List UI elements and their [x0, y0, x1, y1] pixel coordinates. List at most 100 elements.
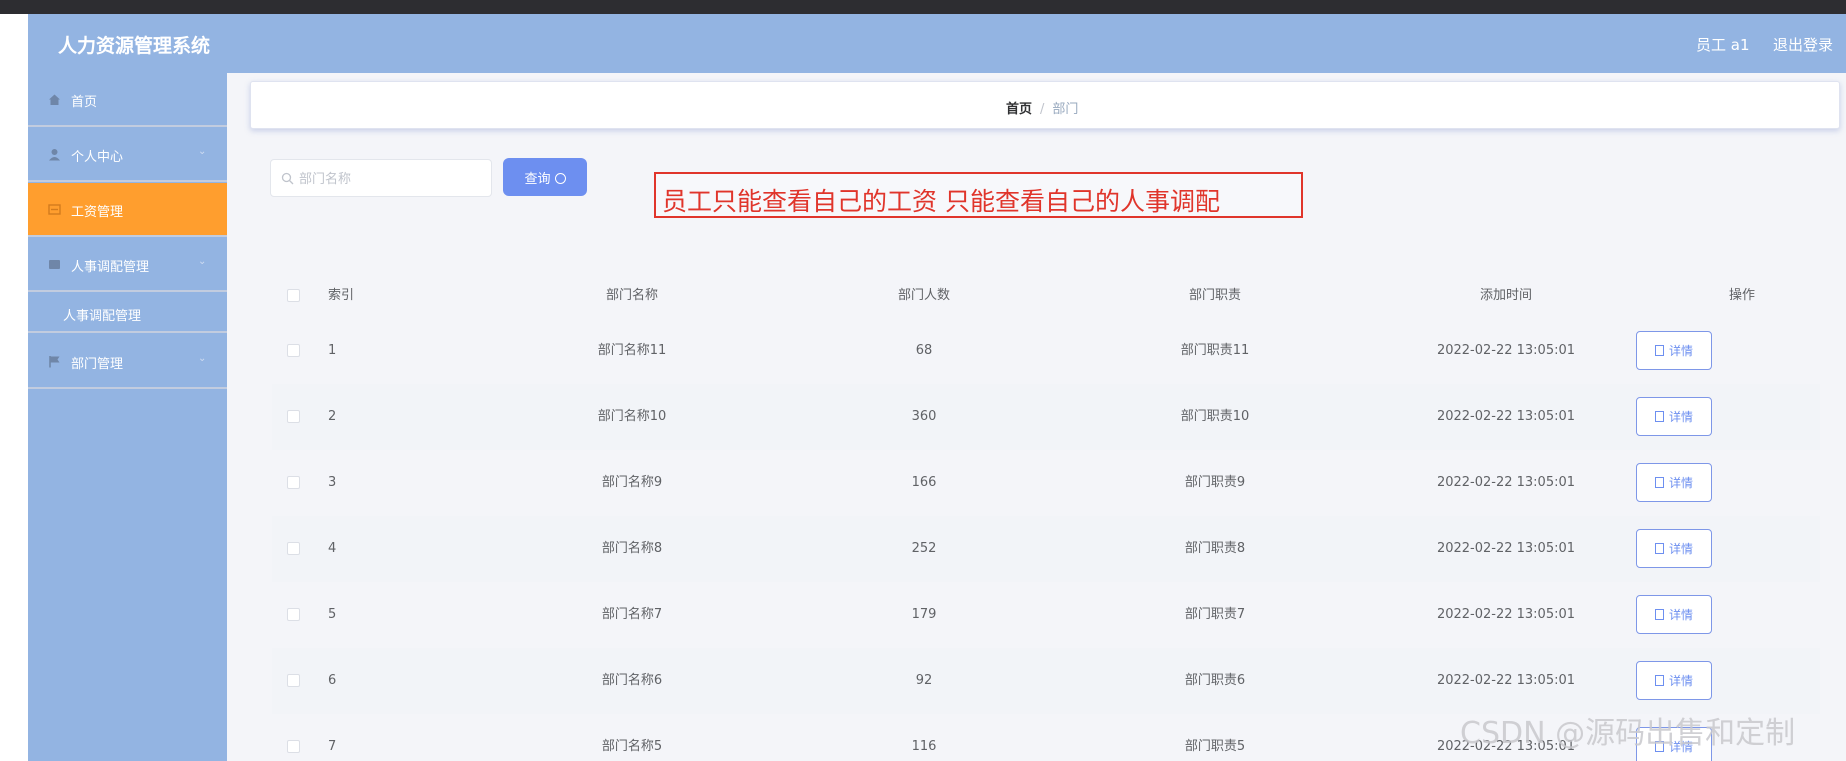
sidebar-item-personnel[interactable]: 人事调配管理 ⌄	[28, 238, 227, 292]
sidebar-item-department[interactable]: 部门管理 ⌄	[28, 335, 227, 389]
cell-duty: 部门职责7	[1184, 607, 1246, 622]
sidebar-item-label: 人事调配管理	[71, 260, 150, 275]
row-checkbox[interactable]	[287, 542, 300, 555]
cell-name: 部门名称9	[601, 475, 663, 490]
document-icon	[1654, 411, 1664, 422]
cell-time: 2022-02-22 13:05:01	[1436, 409, 1576, 424]
search-button[interactable]: 查询	[503, 158, 587, 196]
header-index: 索引	[328, 288, 355, 303]
row-checkbox[interactable]	[287, 410, 300, 423]
cell-index: 2	[328, 409, 337, 424]
cell-name: 部门名称6	[601, 673, 663, 688]
header-op: 操作	[1728, 288, 1755, 303]
cell-index: 3	[328, 475, 337, 490]
salary-icon	[48, 204, 61, 215]
cell-count: 166	[911, 475, 937, 490]
document-icon	[1654, 609, 1664, 620]
cell-time: 2022-02-22 13:05:01	[1436, 343, 1576, 358]
cell-time: 2022-02-22 13:05:01	[1436, 541, 1576, 556]
detail-button[interactable]: 详情	[1636, 397, 1712, 436]
home-icon	[49, 94, 60, 105]
detail-label: 详情	[1668, 608, 1693, 622]
cell-name: 部门名称11	[597, 343, 667, 358]
breadcrumb: 首页 / 部门	[1006, 98, 1078, 117]
cell-count: 116	[911, 739, 937, 754]
folder-icon	[49, 260, 60, 269]
cell-duty: 部门职责9	[1184, 475, 1246, 490]
header-name: 部门名称	[605, 288, 658, 303]
cell-time: 2022-02-22 13:05:01	[1436, 673, 1576, 688]
search-button-label: 查询	[524, 171, 551, 187]
app-title: 人力资源管理系统	[58, 35, 211, 57]
cell-duty: 部门职责11	[1180, 343, 1250, 358]
document-icon	[1654, 543, 1664, 554]
search-field[interactable]	[270, 159, 492, 197]
cell-count: 92	[915, 673, 933, 688]
detail-button[interactable]: 详情	[1636, 661, 1712, 700]
window-left-edge	[0, 14, 28, 761]
detail-label: 详情	[1668, 674, 1693, 688]
top-header: 人力资源管理系统 员工 a1 退出登录	[28, 14, 1846, 73]
sidebar-subitem-personnel[interactable]: 人事调配管理	[28, 293, 227, 333]
table-row: 3 部门名称9 166 部门职责9 2022-02-22 13:05:01 详情	[272, 450, 1820, 516]
header-time: 添加时间	[1479, 288, 1532, 303]
detail-button[interactable]: 详情	[1636, 331, 1712, 370]
document-icon	[1654, 345, 1664, 356]
document-icon	[1654, 675, 1664, 686]
row-checkbox[interactable]	[287, 608, 300, 621]
select-all-checkbox[interactable]	[287, 289, 300, 302]
row-checkbox[interactable]	[287, 476, 300, 489]
cell-name: 部门名称8	[601, 541, 663, 556]
cell-duty: 部门职责8	[1184, 541, 1246, 556]
watermark: CSDN @源码出售和定制	[1460, 716, 1796, 751]
cell-index: 6	[328, 673, 337, 688]
cell-time: 2022-02-22 13:05:01	[1436, 475, 1576, 490]
table-row: 6 部门名称6 92 部门职责6 2022-02-22 13:05:01 详情	[272, 648, 1820, 714]
search-input[interactable]	[299, 169, 479, 189]
row-checkbox[interactable]	[287, 674, 300, 687]
cell-duty: 部门职责6	[1184, 673, 1246, 688]
detail-label: 详情	[1668, 476, 1693, 490]
breadcrumb-home[interactable]: 首页	[1006, 102, 1032, 117]
row-checkbox[interactable]	[287, 344, 300, 357]
annotation-box: 员工只能查看自己的工资 只能查看自己的人事调配	[654, 172, 1303, 218]
annotation-text: 员工只能查看自己的工资 只能查看自己的人事调配	[662, 187, 1220, 216]
flag-icon	[49, 356, 60, 368]
cell-name: 部门名称5	[601, 739, 663, 754]
search-icon	[554, 172, 566, 184]
search-icon	[281, 172, 294, 185]
cell-index: 1	[328, 343, 337, 358]
cell-count: 360	[911, 409, 937, 424]
sidebar-item-personal-center[interactable]: 个人中心 ⌄	[28, 128, 227, 182]
current-user[interactable]: 员工 a1	[1696, 34, 1750, 55]
cell-name: 部门名称7	[601, 607, 663, 622]
cell-duty: 部门职责10	[1180, 409, 1250, 424]
cell-time: 2022-02-22 13:05:01	[1436, 607, 1576, 622]
sidebar-item-label: 首页	[71, 95, 98, 110]
table-row: 1 部门名称11 68 部门职责11 2022-02-22 13:05:01 详…	[272, 318, 1820, 384]
row-checkbox[interactable]	[287, 740, 300, 753]
sidebar-item-salary[interactable]: 工资管理	[28, 183, 227, 237]
document-icon	[1654, 477, 1664, 488]
breadcrumb-current: 部门	[1052, 102, 1079, 117]
chevron-up-icon: ⌄	[198, 256, 207, 267]
breadcrumb-separator: /	[1040, 102, 1045, 117]
detail-label: 详情	[1668, 542, 1693, 556]
table-row: 2 部门名称10 360 部门职责10 2022-02-22 13:05:01 …	[272, 384, 1820, 450]
cell-count: 68	[915, 343, 933, 358]
cell-count: 179	[911, 607, 937, 622]
sidebar-item-home[interactable]: 首页	[28, 73, 227, 127]
sidebar-item-label: 工资管理	[71, 205, 124, 220]
table-header: 索引 部门名称 部门人数 部门职责 添加时间 操作	[272, 274, 1820, 318]
chevron-down-icon: ⌄	[198, 353, 207, 364]
cell-name: 部门名称10	[597, 409, 667, 424]
logout-link[interactable]: 退出登录	[1773, 34, 1833, 55]
detail-button[interactable]: 详情	[1636, 529, 1712, 568]
cell-duty: 部门职责5	[1184, 739, 1246, 754]
chevron-down-icon: ⌄	[198, 146, 207, 157]
header-count: 部门人数	[897, 288, 950, 303]
detail-button[interactable]: 详情	[1636, 463, 1712, 502]
detail-button[interactable]: 详情	[1636, 595, 1712, 634]
cell-index: 7	[328, 739, 337, 754]
header-duty: 部门职责	[1188, 288, 1241, 303]
